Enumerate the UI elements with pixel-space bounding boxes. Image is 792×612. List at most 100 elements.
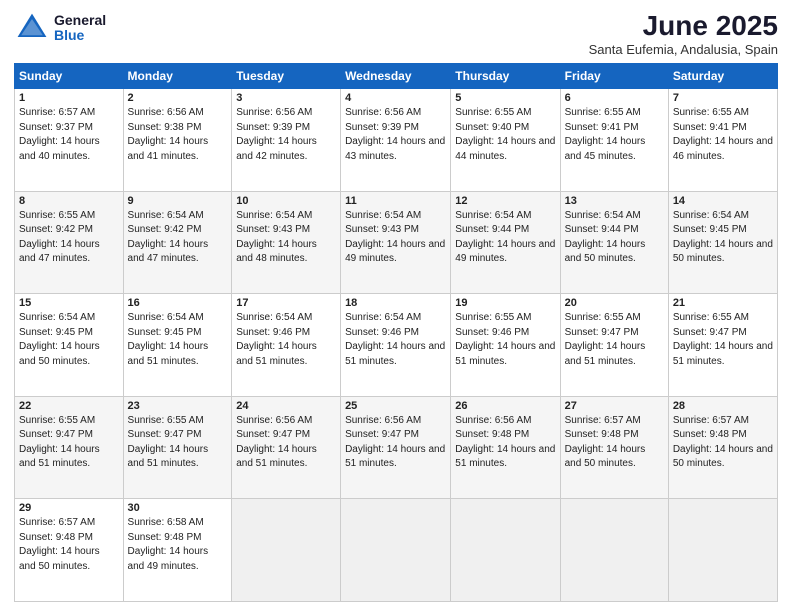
table-row: 28 Sunrise: 6:57 AMSunset: 9:48 PMDaylig…	[668, 396, 777, 499]
day-number: 4	[345, 92, 446, 104]
col-tuesday: Tuesday	[232, 64, 341, 89]
day-info: Sunrise: 6:56 AMSunset: 9:47 PMDaylight:…	[236, 414, 336, 472]
table-row: 11 Sunrise: 6:54 AMSunset: 9:43 PMDaylig…	[341, 191, 451, 294]
day-info: Sunrise: 6:57 AMSunset: 9:37 PMDaylight:…	[19, 106, 119, 164]
day-info: Sunrise: 6:55 AMSunset: 9:40 PMDaylight:…	[455, 106, 555, 164]
day-number: 22	[19, 400, 119, 412]
day-number: 18	[345, 297, 446, 309]
day-info: Sunrise: 6:54 AMSunset: 9:45 PMDaylight:…	[128, 311, 228, 369]
table-row: 27 Sunrise: 6:57 AMSunset: 9:48 PMDaylig…	[560, 396, 668, 499]
table-row	[341, 499, 451, 602]
day-info: Sunrise: 6:58 AMSunset: 9:48 PMDaylight:…	[128, 516, 228, 574]
table-row: 1 Sunrise: 6:57 AMSunset: 9:37 PMDayligh…	[15, 89, 124, 192]
table-row	[451, 499, 560, 602]
table-row: 22 Sunrise: 6:55 AMSunset: 9:47 PMDaylig…	[15, 396, 124, 499]
location: Santa Eufemia, Andalusia, Spain	[589, 42, 778, 57]
table-row	[560, 499, 668, 602]
col-sunday: Sunday	[15, 64, 124, 89]
day-info: Sunrise: 6:54 AMSunset: 9:43 PMDaylight:…	[236, 209, 336, 267]
day-number: 23	[128, 400, 228, 412]
header: General Blue June 2025 Santa Eufemia, An…	[14, 10, 778, 57]
table-row: 9 Sunrise: 6:54 AMSunset: 9:42 PMDayligh…	[123, 191, 232, 294]
col-friday: Friday	[560, 64, 668, 89]
page: General Blue June 2025 Santa Eufemia, An…	[0, 0, 792, 612]
day-info: Sunrise: 6:55 AMSunset: 9:42 PMDaylight:…	[19, 209, 119, 267]
logo-blue-text: Blue	[54, 28, 106, 43]
day-info: Sunrise: 6:54 AMSunset: 9:46 PMDaylight:…	[345, 311, 446, 369]
table-row: 14 Sunrise: 6:54 AMSunset: 9:45 PMDaylig…	[668, 191, 777, 294]
logo-general-text: General	[54, 13, 106, 28]
calendar-header-row: Sunday Monday Tuesday Wednesday Thursday…	[15, 64, 778, 89]
table-row: 15 Sunrise: 6:54 AMSunset: 9:45 PMDaylig…	[15, 294, 124, 397]
table-row: 6 Sunrise: 6:55 AMSunset: 9:41 PMDayligh…	[560, 89, 668, 192]
day-info: Sunrise: 6:56 AMSunset: 9:39 PMDaylight:…	[236, 106, 336, 164]
day-info: Sunrise: 6:56 AMSunset: 9:39 PMDaylight:…	[345, 106, 446, 164]
calendar-week-row: 29 Sunrise: 6:57 AMSunset: 9:48 PMDaylig…	[15, 499, 778, 602]
day-info: Sunrise: 6:54 AMSunset: 9:45 PMDaylight:…	[673, 209, 773, 267]
day-info: Sunrise: 6:55 AMSunset: 9:41 PMDaylight:…	[565, 106, 664, 164]
logo-name: General Blue	[54, 13, 106, 44]
title-block: June 2025 Santa Eufemia, Andalusia, Spai…	[589, 10, 778, 57]
table-row: 17 Sunrise: 6:54 AMSunset: 9:46 PMDaylig…	[232, 294, 341, 397]
day-info: Sunrise: 6:54 AMSunset: 9:42 PMDaylight:…	[128, 209, 228, 267]
calendar-week-row: 1 Sunrise: 6:57 AMSunset: 9:37 PMDayligh…	[15, 89, 778, 192]
day-info: Sunrise: 6:55 AMSunset: 9:46 PMDaylight:…	[455, 311, 555, 369]
col-thursday: Thursday	[451, 64, 560, 89]
table-row: 26 Sunrise: 6:56 AMSunset: 9:48 PMDaylig…	[451, 396, 560, 499]
day-number: 8	[19, 195, 119, 207]
table-row: 12 Sunrise: 6:54 AMSunset: 9:44 PMDaylig…	[451, 191, 560, 294]
day-number: 26	[455, 400, 555, 412]
day-info: Sunrise: 6:54 AMSunset: 9:46 PMDaylight:…	[236, 311, 336, 369]
day-number: 20	[565, 297, 664, 309]
day-number: 11	[345, 195, 446, 207]
table-row: 10 Sunrise: 6:54 AMSunset: 9:43 PMDaylig…	[232, 191, 341, 294]
day-info: Sunrise: 6:55 AMSunset: 9:47 PMDaylight:…	[128, 414, 228, 472]
table-row: 30 Sunrise: 6:58 AMSunset: 9:48 PMDaylig…	[123, 499, 232, 602]
day-info: Sunrise: 6:56 AMSunset: 9:38 PMDaylight:…	[128, 106, 228, 164]
day-number: 3	[236, 92, 336, 104]
day-info: Sunrise: 6:57 AMSunset: 9:48 PMDaylight:…	[19, 516, 119, 574]
day-info: Sunrise: 6:54 AMSunset: 9:45 PMDaylight:…	[19, 311, 119, 369]
day-number: 12	[455, 195, 555, 207]
day-info: Sunrise: 6:54 AMSunset: 9:44 PMDaylight:…	[455, 209, 555, 267]
table-row: 4 Sunrise: 6:56 AMSunset: 9:39 PMDayligh…	[341, 89, 451, 192]
month-title: June 2025	[589, 10, 778, 42]
day-info: Sunrise: 6:57 AMSunset: 9:48 PMDaylight:…	[673, 414, 773, 472]
table-row: 23 Sunrise: 6:55 AMSunset: 9:47 PMDaylig…	[123, 396, 232, 499]
day-number: 28	[673, 400, 773, 412]
day-info: Sunrise: 6:54 AMSunset: 9:44 PMDaylight:…	[565, 209, 664, 267]
table-row: 3 Sunrise: 6:56 AMSunset: 9:39 PMDayligh…	[232, 89, 341, 192]
calendar-week-row: 15 Sunrise: 6:54 AMSunset: 9:45 PMDaylig…	[15, 294, 778, 397]
table-row	[232, 499, 341, 602]
calendar: Sunday Monday Tuesday Wednesday Thursday…	[14, 63, 778, 602]
day-number: 1	[19, 92, 119, 104]
day-number: 30	[128, 502, 228, 514]
table-row: 21 Sunrise: 6:55 AMSunset: 9:47 PMDaylig…	[668, 294, 777, 397]
calendar-week-row: 8 Sunrise: 6:55 AMSunset: 9:42 PMDayligh…	[15, 191, 778, 294]
day-number: 25	[345, 400, 446, 412]
table-row: 19 Sunrise: 6:55 AMSunset: 9:46 PMDaylig…	[451, 294, 560, 397]
table-row: 13 Sunrise: 6:54 AMSunset: 9:44 PMDaylig…	[560, 191, 668, 294]
table-row: 7 Sunrise: 6:55 AMSunset: 9:41 PMDayligh…	[668, 89, 777, 192]
day-info: Sunrise: 6:57 AMSunset: 9:48 PMDaylight:…	[565, 414, 664, 472]
table-row: 5 Sunrise: 6:55 AMSunset: 9:40 PMDayligh…	[451, 89, 560, 192]
day-info: Sunrise: 6:55 AMSunset: 9:47 PMDaylight:…	[673, 311, 773, 369]
calendar-week-row: 22 Sunrise: 6:55 AMSunset: 9:47 PMDaylig…	[15, 396, 778, 499]
table-row: 16 Sunrise: 6:54 AMSunset: 9:45 PMDaylig…	[123, 294, 232, 397]
col-wednesday: Wednesday	[341, 64, 451, 89]
day-info: Sunrise: 6:55 AMSunset: 9:41 PMDaylight:…	[673, 106, 773, 164]
col-monday: Monday	[123, 64, 232, 89]
day-number: 14	[673, 195, 773, 207]
day-number: 19	[455, 297, 555, 309]
logo-icon	[14, 10, 50, 46]
day-number: 17	[236, 297, 336, 309]
table-row: 29 Sunrise: 6:57 AMSunset: 9:48 PMDaylig…	[15, 499, 124, 602]
day-number: 15	[19, 297, 119, 309]
day-number: 10	[236, 195, 336, 207]
day-info: Sunrise: 6:56 AMSunset: 9:48 PMDaylight:…	[455, 414, 555, 472]
day-number: 6	[565, 92, 664, 104]
day-number: 7	[673, 92, 773, 104]
table-row: 25 Sunrise: 6:56 AMSunset: 9:47 PMDaylig…	[341, 396, 451, 499]
table-row: 2 Sunrise: 6:56 AMSunset: 9:38 PMDayligh…	[123, 89, 232, 192]
day-number: 21	[673, 297, 773, 309]
